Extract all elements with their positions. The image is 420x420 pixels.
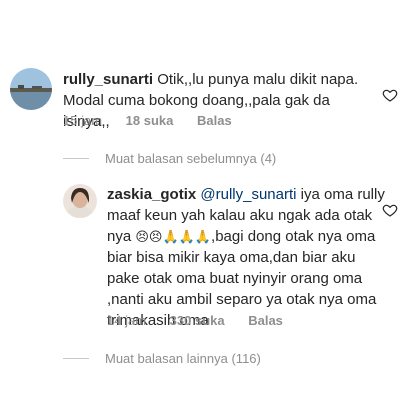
comment-meta: 15 jam 18 suka Balas [63,113,252,128]
view-previous-replies[interactable]: Muat balasan sebelumnya (4) [63,151,276,166]
heart-outline-icon[interactable] [382,202,398,218]
avatar-zaskia-gotix[interactable] [63,184,97,218]
likes-count[interactable]: 330 suka [170,313,225,328]
heart-outline-icon[interactable] [382,87,398,103]
view-previous-label[interactable]: Muat balasan sebelumnya (4) [105,151,276,166]
emoji-sequence: 😣😣🙏🙏🙏 [135,229,212,244]
divider-line [63,358,89,359]
comment-time: 14 jam [107,313,147,328]
reply-button[interactable]: Balas [197,113,232,128]
likes-count[interactable]: 18 suka [126,113,174,128]
mention-link[interactable]: @rully_sunarti [200,186,296,203]
view-more-label[interactable]: Muat balasan lainnya (116) [105,351,261,366]
reply-button[interactable]: Balas [248,313,283,328]
comment-time: 15 jam [63,113,103,128]
divider-line [63,158,89,159]
comment-username[interactable]: zaskia_gotix [107,186,196,203]
view-more-replies[interactable]: Muat balasan lainnya (116) [63,351,261,366]
comment-username[interactable]: rully_sunarti [63,71,153,88]
avatar-image [10,68,52,110]
avatar-rully-sunarti[interactable] [10,68,52,110]
avatar-image [63,184,97,218]
comment-body: zaskia_gotix @rully_sunarti iya oma rull… [107,184,387,331]
comment-meta: 14 jam 330 suka Balas [107,313,303,328]
